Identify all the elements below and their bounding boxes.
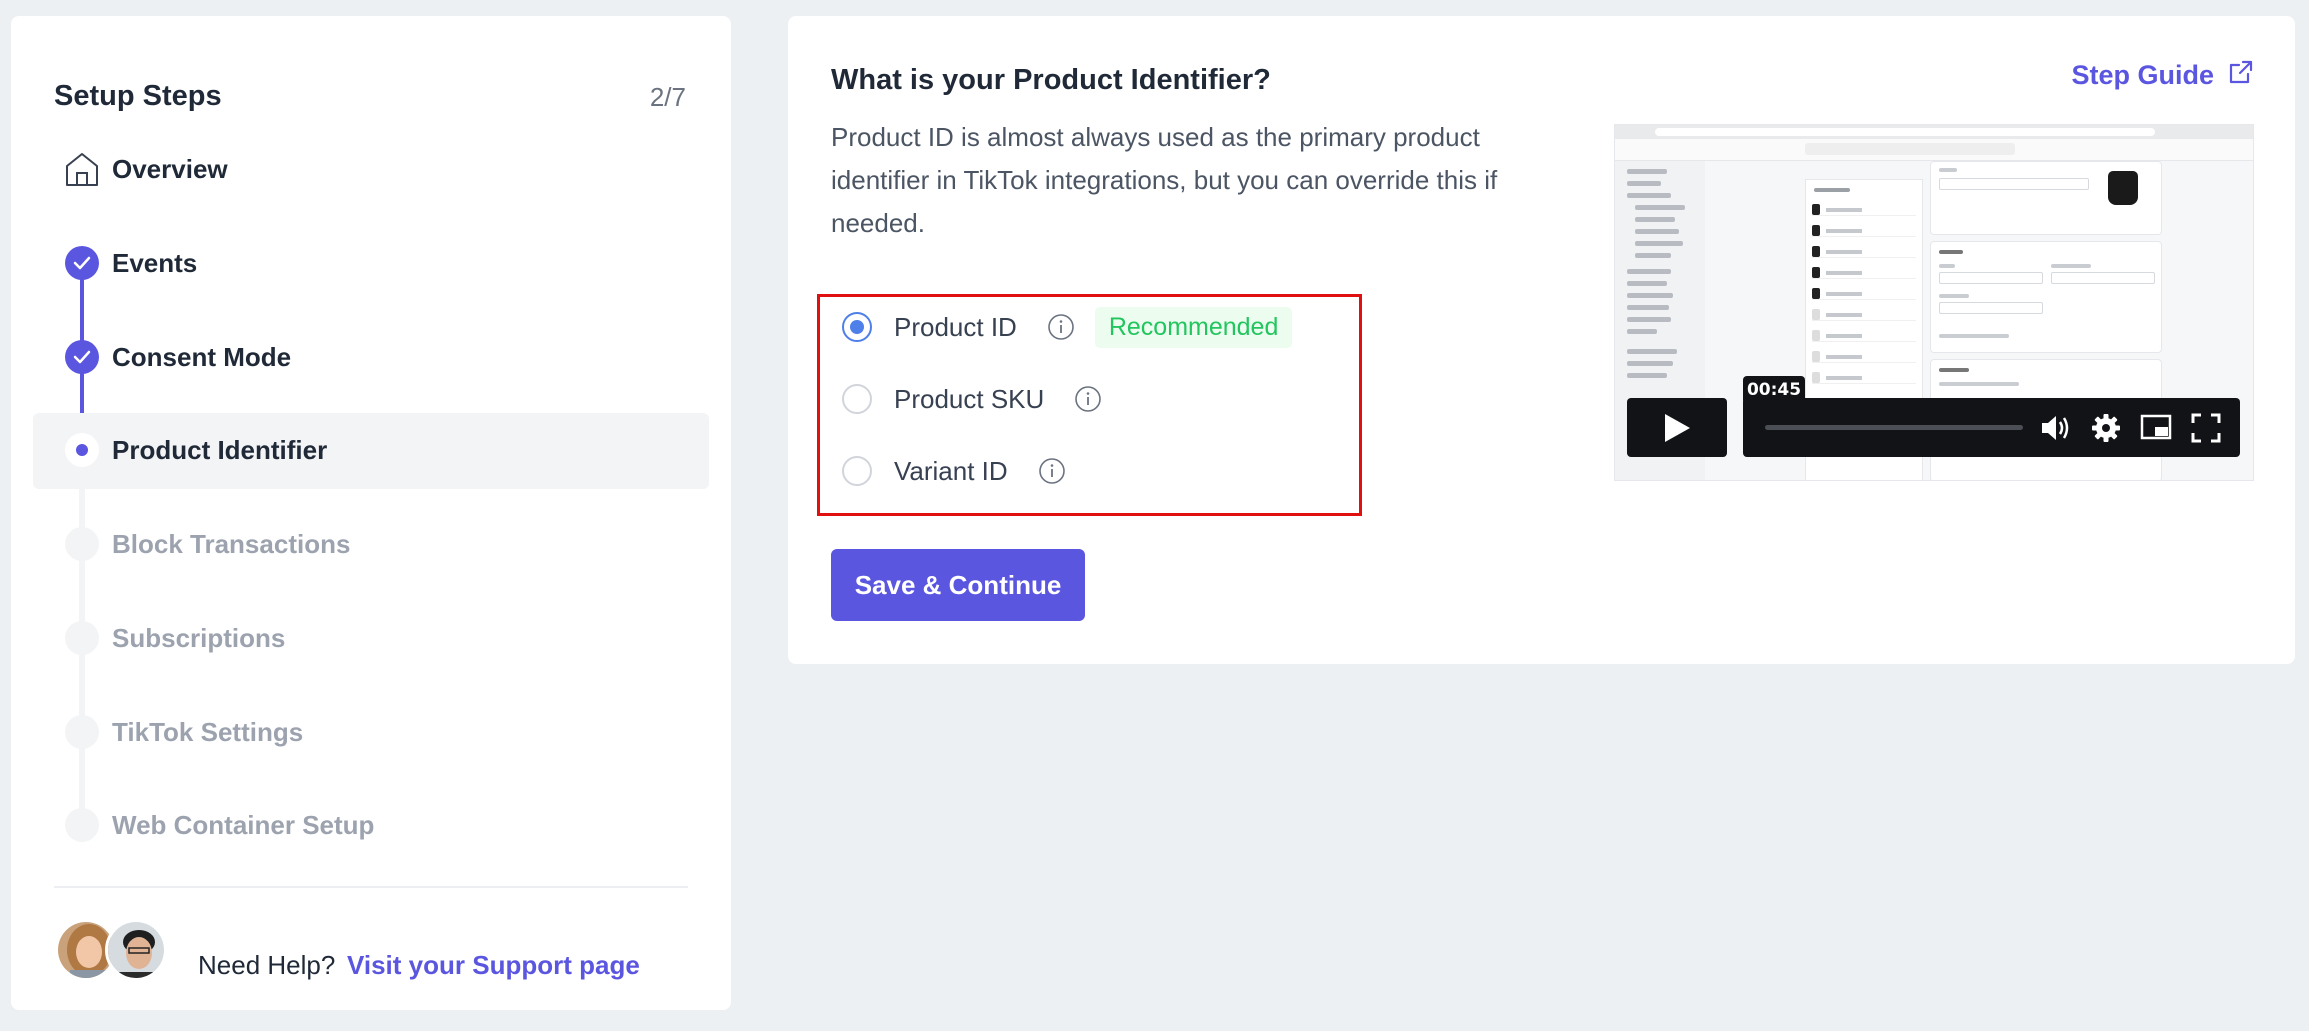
video-browser-bar — [1615, 125, 2253, 139]
step-guide-link[interactable]: Step Guide — [2071, 59, 2254, 92]
recommended-badge: Recommended — [1094, 306, 1293, 348]
step-label: TikTok Settings — [112, 717, 304, 747]
step-consent-mode[interactable]: Consent Mode — [33, 320, 709, 396]
product-identifier-card: What is your Product Identifier? Step Gu… — [788, 16, 2295, 664]
step-subscriptions[interactable]: Subscriptions — [33, 601, 709, 677]
step-label: Subscriptions — [112, 623, 286, 653]
pending-step-icon — [65, 715, 99, 749]
check-icon — [65, 246, 99, 280]
pending-step-icon — [65, 621, 99, 655]
video-search-bar — [1805, 143, 2015, 155]
play-icon[interactable] — [1627, 398, 1727, 457]
video-product-image — [2108, 171, 2138, 205]
identifier-options: Product ID Recommended Product SKU Varia… — [817, 294, 1362, 516]
settings-gear-icon[interactable] — [2089, 411, 2123, 445]
info-icon[interactable] — [1047, 313, 1075, 341]
info-icon[interactable] — [1038, 457, 1066, 485]
step-label: Block Transactions — [112, 529, 351, 559]
info-icon[interactable] — [1074, 385, 1102, 413]
step-label: Overview — [112, 154, 228, 184]
option-product-id[interactable]: Product ID Recommended — [842, 305, 1293, 349]
radio-product-id[interactable] — [842, 312, 872, 342]
step-guide-video[interactable]: 00:45 — [1614, 124, 2254, 481]
pending-step-icon — [65, 808, 99, 842]
avatar — [105, 919, 167, 981]
step-label: Consent Mode — [112, 342, 292, 372]
option-label: Variant ID — [894, 455, 1008, 486]
page-title: What is your Product Identifier? — [831, 64, 1271, 96]
step-overview[interactable]: Overview — [33, 132, 709, 208]
radio-product-sku[interactable] — [842, 384, 872, 414]
step-label: Events — [112, 248, 198, 278]
external-link-icon — [2228, 59, 2254, 92]
picture-in-picture-icon[interactable] — [2139, 411, 2173, 445]
pending-step-icon — [65, 527, 99, 561]
step-label: Web Container Setup — [112, 810, 375, 840]
step-events[interactable]: Events — [33, 226, 709, 302]
save-continue-button[interactable]: Save & Continue — [831, 549, 1085, 621]
video-pricing-card — [1930, 241, 2162, 353]
step-tiktok-settings[interactable]: TikTok Settings — [33, 695, 709, 771]
option-label: Product SKU — [894, 383, 1045, 414]
volume-icon[interactable] — [2039, 411, 2073, 445]
home-icon — [65, 152, 99, 186]
video-progress-bar[interactable] — [1765, 425, 2023, 430]
sidebar-divider — [54, 886, 688, 888]
need-help-text: Need Help? — [198, 950, 336, 980]
check-icon — [65, 340, 99, 374]
step-web-container-setup[interactable]: Web Container Setup — [33, 788, 709, 864]
current-step-dot-icon — [65, 433, 99, 467]
option-product-sku[interactable]: Product SKU — [842, 377, 1102, 421]
step-product-identifier[interactable]: Product Identifier — [33, 413, 709, 489]
step-block-transactions[interactable]: Block Transactions — [33, 507, 709, 583]
support-page-link[interactable]: Visit your Support page — [347, 950, 640, 981]
sidebar-title: Setup Steps — [54, 80, 222, 112]
video-controls — [1743, 398, 2240, 457]
option-label: Product ID — [894, 311, 1017, 342]
steps-progress: 2/7 — [649, 82, 686, 112]
option-variant-id[interactable]: Variant ID — [842, 449, 1066, 493]
step-label: Product Identifier — [112, 435, 328, 465]
support-avatars — [55, 919, 175, 983]
setup-steps-panel: Setup Steps 2/7 Overview Events Consent … — [11, 16, 731, 1010]
step-guide-label: Step Guide — [2071, 60, 2214, 90]
fullscreen-icon[interactable] — [2189, 411, 2223, 445]
description-text: Product ID is almost always used as the … — [831, 122, 1498, 238]
radio-variant-id[interactable] — [842, 456, 872, 486]
